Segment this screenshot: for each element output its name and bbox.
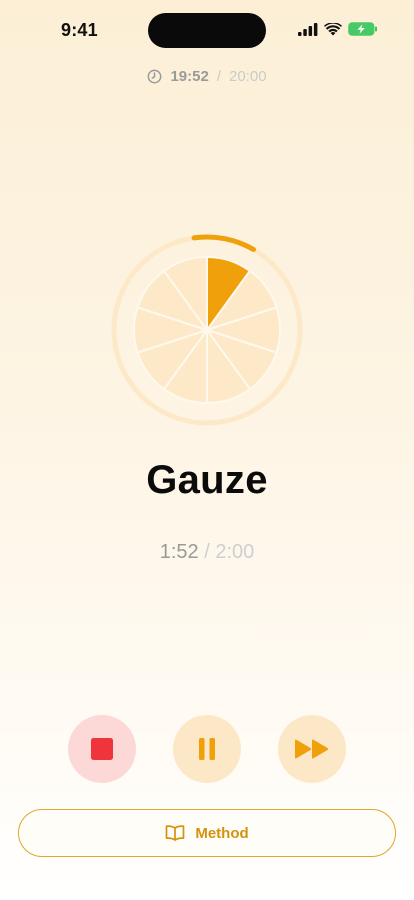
session-elapsed: 19:52 [170, 68, 209, 85]
status-icons [298, 22, 378, 36]
pause-button[interactable] [173, 715, 241, 783]
signal-bars-icon [298, 22, 318, 36]
step-name: Gauze [146, 458, 268, 502]
session-total: 20:00 [229, 68, 267, 85]
skip-button[interactable] [278, 715, 346, 783]
wifi-icon [324, 22, 342, 35]
progress-dial-graphic [111, 234, 303, 426]
stop-icon [91, 738, 113, 760]
pause-icon [199, 738, 215, 760]
step-total: 2:00 [215, 541, 255, 563]
book-open-icon [165, 825, 185, 841]
step-timer: 1:52 / 2:00 [0, 541, 414, 564]
dynamic-island [148, 13, 266, 48]
method-button[interactable]: Method [18, 809, 396, 857]
status-bar: 9:41 [0, 0, 414, 60]
battery-charging-icon [348, 22, 377, 36]
session-progress-arc [191, 234, 256, 252]
session-separator: / [216, 68, 221, 85]
progress-dial [110, 233, 304, 427]
session-timer: 19:52 / 20:00 [0, 68, 414, 85]
step-separator: / [204, 541, 210, 563]
status-time: 9:41 [61, 20, 98, 40]
stop-button[interactable] [68, 715, 136, 783]
method-button-label: Method [195, 824, 249, 842]
fast-forward-icon [295, 739, 329, 759]
step-elapsed: 1:52 [159, 541, 199, 563]
clock-icon [148, 69, 162, 84]
playback-controls [0, 715, 414, 783]
